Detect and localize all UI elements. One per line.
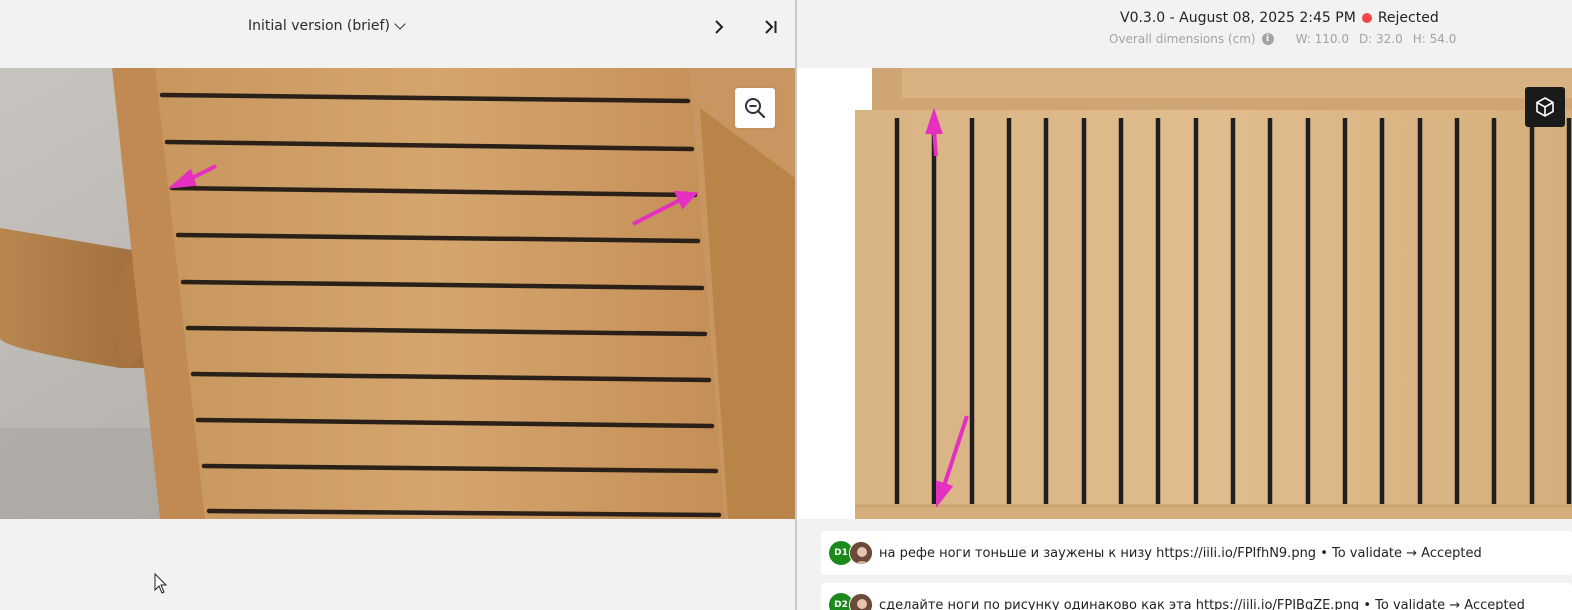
zoom-out-button[interactable]: [735, 88, 775, 128]
reference-header: Initial version (brief): [0, 0, 795, 68]
version-label: V0.3.0 - August 08, 2025 2:45 PM: [1120, 10, 1356, 26]
avatar: [849, 593, 873, 610]
comment-item[interactable]: D1 на рефе ноги тоньше и заужены к низу …: [821, 531, 1572, 575]
skip-to-end-icon: [765, 20, 777, 34]
last-version-button[interactable]: [760, 16, 782, 38]
comment-text: сделайте ноги по рисунку одинаково как э…: [879, 597, 1525, 610]
dimension-height: H: 54.0: [1412, 32, 1457, 46]
reference-photo: [0, 68, 795, 519]
dimensions-info: Overall dimensions (cm) i W: 110.0 D: 32…: [1109, 32, 1466, 46]
status-badge: Rejected: [1377, 10, 1439, 26]
comment-item[interactable]: D2 сделайте ноги по рисунку одинаково ка…: [821, 583, 1572, 610]
comment-text: на рефе ноги тоньше и заужены к низу htt…: [879, 545, 1482, 561]
version-dropdown[interactable]: Initial version (brief): [248, 18, 406, 34]
dimension-width: W: 110.0: [1295, 32, 1349, 46]
status-dot: [1361, 13, 1372, 23]
dimensions-label: Overall dimensions (cm): [1109, 32, 1256, 46]
render-preview: [797, 68, 1572, 519]
render-pane: V0.3.0 - August 08, 2025 2:45 PM Rejecte…: [797, 0, 1572, 610]
dimension-depth: D: 32.0: [1358, 32, 1403, 46]
reference-pane: Initial version (brief): [0, 0, 795, 610]
info-icon[interactable]: i: [1261, 33, 1274, 45]
zoom-out-icon: [745, 98, 766, 119]
view-3d-button[interactable]: [1525, 87, 1565, 127]
version-dropdown-label: Initial version (brief): [248, 18, 390, 34]
chevron-down-icon: [394, 18, 406, 30]
comments-list: D1 на рефе ноги тоньше и заужены к низу …: [821, 531, 1572, 610]
chevron-right-icon: [715, 20, 724, 34]
mouse-pointer-icon: [154, 572, 168, 599]
cube-icon: [1536, 97, 1554, 117]
next-version-button[interactable]: [708, 16, 730, 38]
version-info: V0.3.0 - August 08, 2025 2:45 PM Rejecte…: [1120, 10, 1439, 26]
avatar: [849, 541, 873, 565]
render-header: V0.3.0 - August 08, 2025 2:45 PM Rejecte…: [797, 0, 1572, 68]
